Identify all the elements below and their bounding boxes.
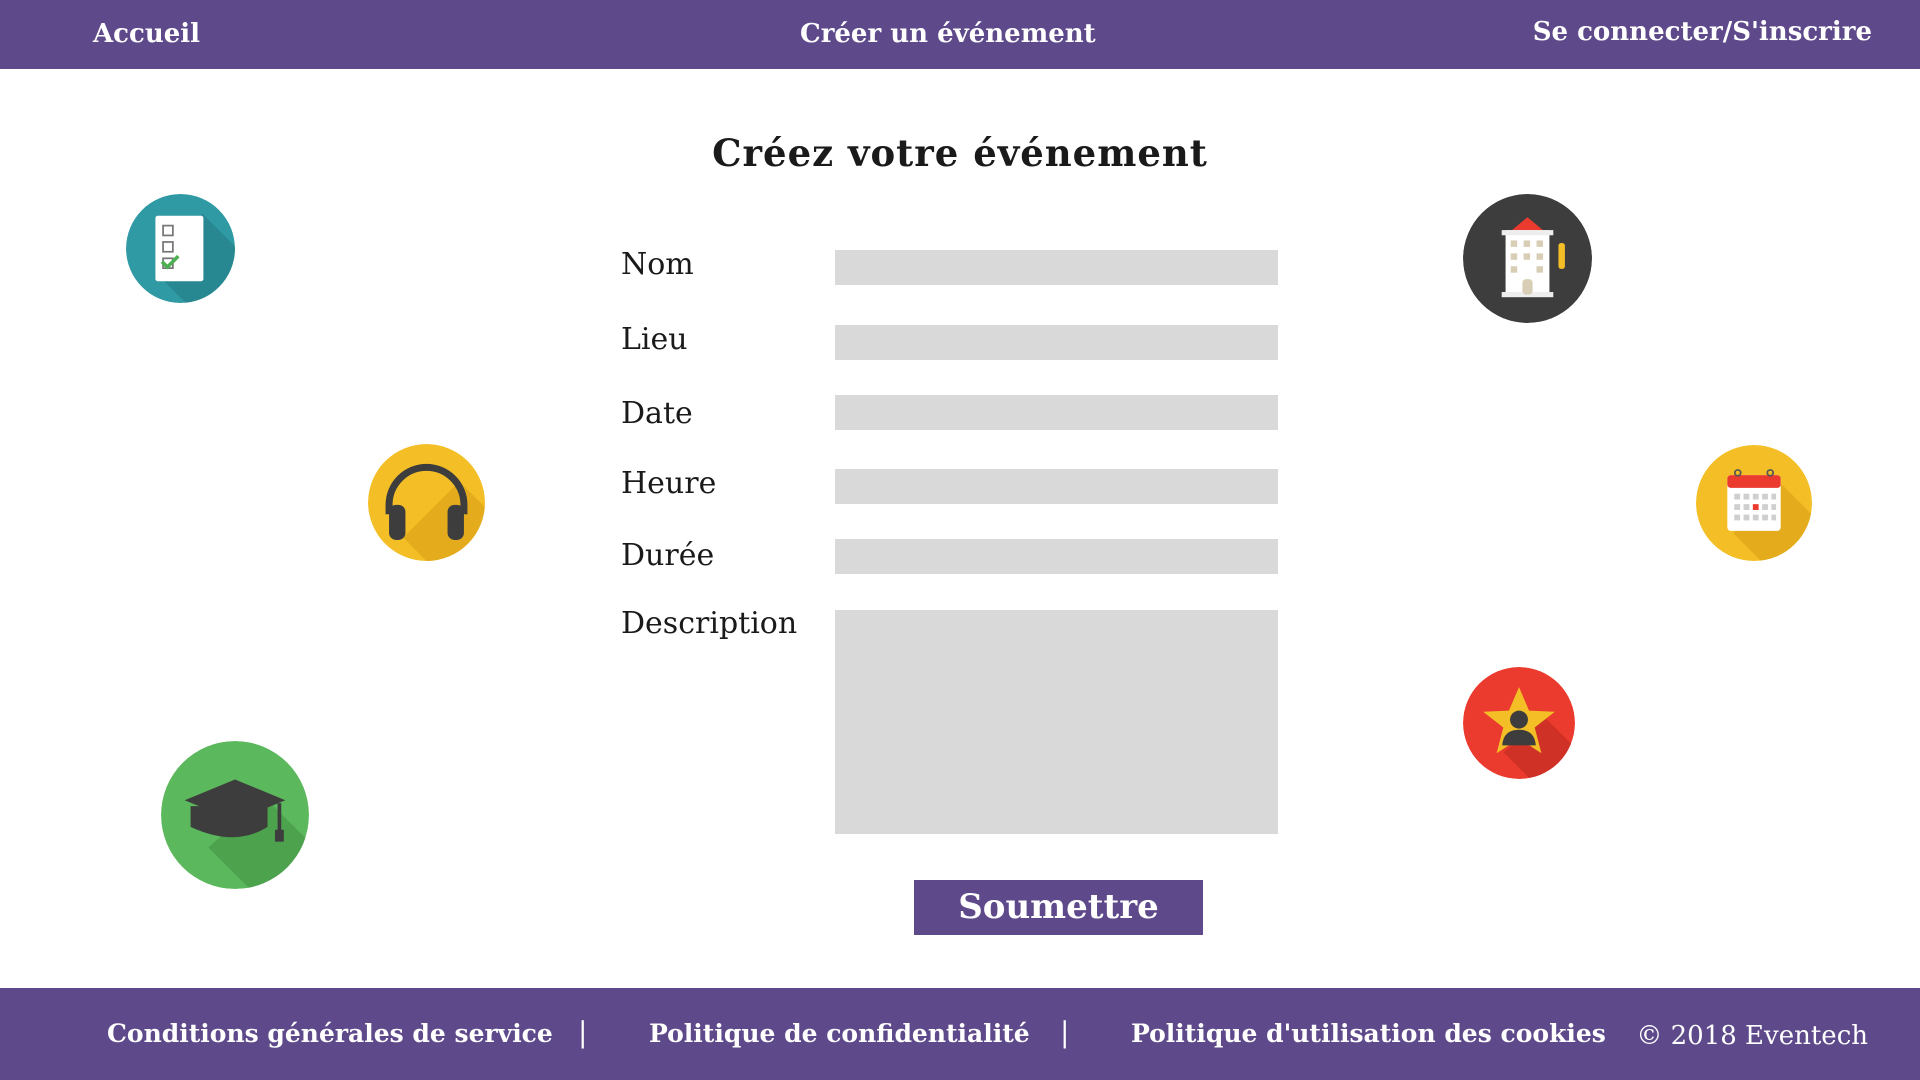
footer-separator: | (578, 1016, 588, 1049)
page-title: Créez votre événement (712, 131, 1208, 175)
copyright-text: © 2018 Eventech (1636, 1021, 1868, 1051)
nav-link-login-signup[interactable]: Se connecter/S'inscrire (1533, 16, 1872, 48)
footer-bar: Conditions générales de service | Politi… (0, 988, 1920, 1080)
date-input[interactable] (835, 395, 1278, 430)
footer-link-cookies[interactable]: Politique d'utilisation des cookies (1131, 1018, 1606, 1050)
name-input[interactable] (835, 250, 1278, 285)
footer-separator: | (1060, 1016, 1070, 1049)
name-label: Nom (621, 247, 694, 282)
footer-link-privacy[interactable]: Politique de confidentialité (649, 1018, 1030, 1050)
place-input[interactable] (835, 325, 1278, 360)
graduation-cap-icon (161, 741, 309, 889)
footer-link-terms[interactable]: Conditions générales de service (107, 1018, 553, 1050)
description-textarea[interactable] (835, 610, 1278, 834)
time-label: Heure (621, 466, 717, 501)
nav-link-home[interactable]: Accueil (93, 18, 200, 50)
building-icon (1463, 194, 1592, 323)
date-label: Date (621, 396, 693, 431)
time-input[interactable] (835, 469, 1278, 504)
duration-input[interactable] (835, 539, 1278, 574)
star-person-icon (1463, 667, 1575, 779)
nav-link-create-event[interactable]: Créer un événement (800, 18, 1096, 50)
place-label: Lieu (621, 322, 688, 357)
duration-label: Durée (621, 538, 715, 573)
submit-button[interactable]: Soumettre (914, 880, 1203, 935)
calendar-icon (1696, 445, 1812, 561)
headphones-icon (368, 444, 485, 561)
checklist-icon (126, 194, 235, 303)
description-label: Description (621, 606, 798, 641)
top-nav-bar: Accueil Créer un événement Se connecter/… (0, 0, 1920, 69)
